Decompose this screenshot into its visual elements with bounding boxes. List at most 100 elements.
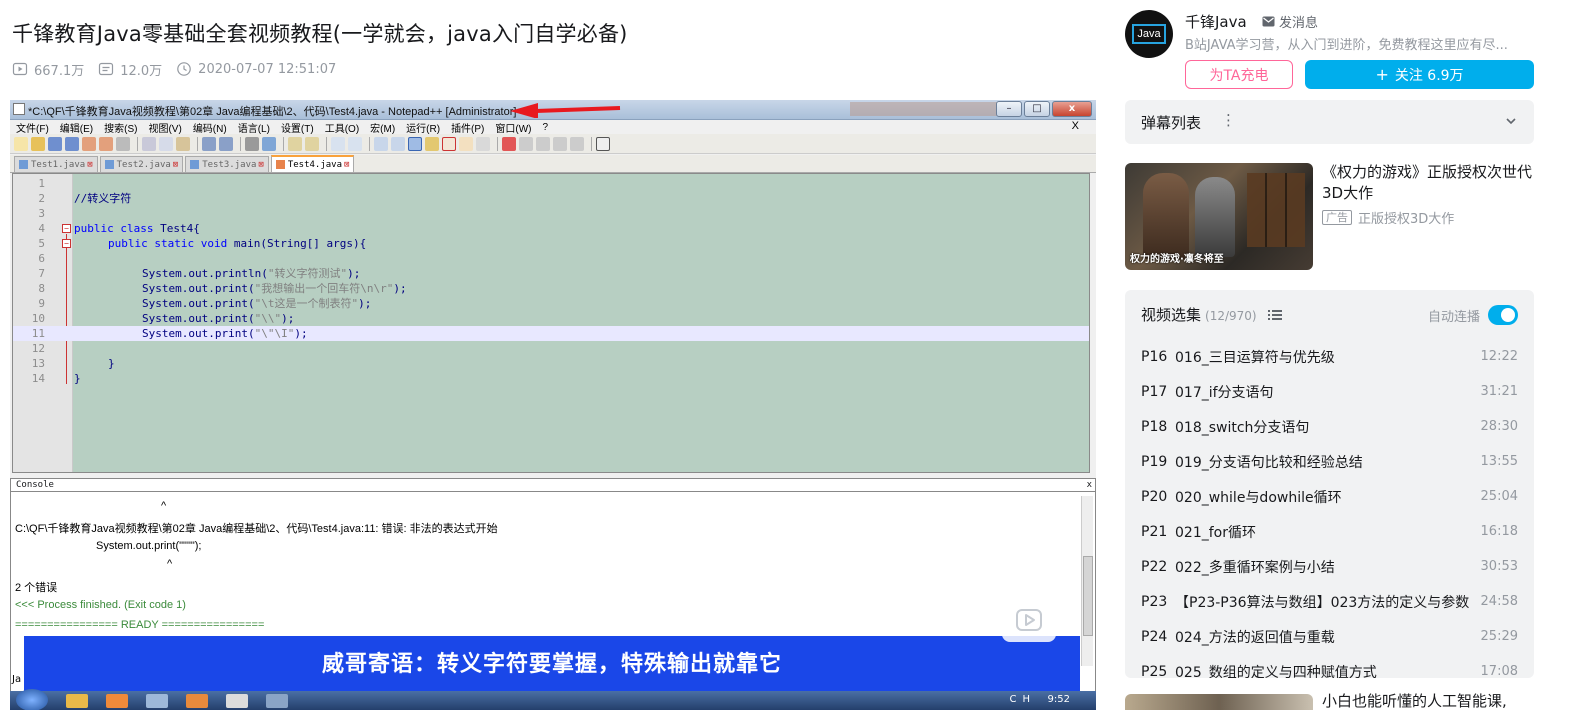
toolbar-separator [283, 136, 284, 151]
ad-badge: 广告 [1322, 210, 1352, 225]
tab-close-icon: ⊠ [172, 159, 179, 170]
code-string: "我想输出一个回车符\n\r" [254, 282, 394, 295]
uploader-name[interactable]: 千锋Java [1185, 11, 1247, 32]
recommended-title[interactable]: 小白也能听懂的人工智能课, [1322, 690, 1507, 710]
find-icon [245, 136, 259, 151]
tab-label: Test4.java [287, 159, 343, 170]
windows-taskbar: CH 9:52 [10, 689, 1096, 710]
paste-icon [176, 136, 190, 151]
code-line-6: 6 [13, 251, 1089, 266]
line-number: 14 [31, 372, 45, 385]
file-icon [19, 160, 28, 169]
open-file-icon [31, 136, 45, 151]
list-item[interactable]: P21 021_for循环 16:18 [1125, 514, 1534, 549]
ad-title[interactable]: 《权力的游戏》正版授权次世代3D大作 [1322, 162, 1534, 204]
zoom-out-icon [305, 136, 319, 151]
line-number: 13 [31, 357, 45, 370]
save-all-icon [65, 136, 79, 151]
episode-duration: 17:08 [1480, 664, 1518, 678]
episode-playlist: 视频选集 (12/970) 自动连播 P16 016_三目运算符与优先级 12:22… [1125, 290, 1534, 678]
danmaku-count-value: 12.0万 [120, 63, 163, 79]
more-options-icon[interactable]: ⋮ [1221, 111, 1236, 129]
ad-caption: 权力的游戏·凛冬将至 [1130, 254, 1224, 265]
code-rest: main(String[] args){ [227, 237, 367, 250]
code-line-2: 2 //转义字符 [13, 191, 1089, 206]
ad-tagline: 广告 正版授权3D大作 [1322, 208, 1454, 227]
play-macro-icon [536, 136, 550, 151]
ad-thumbnail[interactable]: 权力的游戏·凛冬将至 [1125, 163, 1313, 270]
follow-label: 关注 6.9万 [1394, 67, 1464, 84]
send-message-link[interactable]: 发消息 [1262, 12, 1318, 31]
list-item[interactable]: P17 017_if分支语句 31:21 [1125, 374, 1534, 409]
episode-duration: 24:58 [1480, 594, 1518, 609]
taskbar-clock: 9:52 [1047, 694, 1070, 705]
ad-inventory [1247, 173, 1305, 247]
tab-test2: Test2.java ⊠ [99, 156, 184, 172]
fold-minus-icon: − [62, 239, 71, 248]
app-taskbar-icon [266, 694, 288, 708]
list-item[interactable]: P20 020_while与dowhile循环 25:04 [1125, 479, 1534, 514]
code-line-9: 9 System.out.print("\t这是一个制表符"); [13, 296, 1089, 311]
notepad-window-title: *C:\QF\千锋教育Java视频教程\第02章 Java编程基础\2、代码\T… [28, 106, 517, 118]
console-scroll-thumb [1083, 556, 1093, 636]
episode-name: 016_三目运算符与优先级 [1175, 349, 1335, 366]
publish-date: 2020-07-07 12:51:07 [176, 61, 336, 77]
toolbar-separator [326, 136, 327, 151]
recommended-thumbnail[interactable] [1125, 694, 1313, 710]
sync-h-icon [348, 136, 362, 151]
tab-label: Test3.java [202, 159, 257, 170]
list-item[interactable]: P23 【P23-P36算法与数组】023方法的定义与参数 24:58 [1125, 584, 1534, 619]
menu-file: 文件(F) [16, 123, 49, 135]
charge-button[interactable]: 为TA充电 [1185, 60, 1293, 89]
notepad-taskbar-icon [226, 694, 248, 708]
episode-duration: 12:22 [1480, 349, 1518, 364]
episode-duration: 25:29 [1480, 629, 1518, 644]
console-caret: ^ [167, 558, 173, 570]
fold-minus-icon: − [62, 224, 71, 233]
ad-tag-text: 正版授权3D大作 [1358, 212, 1455, 227]
code-line-8: 8 System.out.print("我想输出一个回车符\n\r"); [13, 281, 1089, 296]
episode-name: 【P23-P36算法与数组】023方法的定义与参数 [1175, 594, 1470, 611]
console-caret: ^ [161, 500, 167, 512]
system-tray: CH [1009, 694, 1036, 705]
playlist-items: P16 016_三目运算符与优先级 12:22 P17 017_if分支语句 31:21… [1125, 320, 1534, 679]
danmaku-list-label: 弹幕列表 [1141, 114, 1202, 132]
play-button[interactable] [1002, 598, 1056, 642]
console-ready: ================ READY ================ [15, 619, 265, 631]
code-call: System.out.println( [142, 267, 268, 280]
episode-name: 020_while与dowhile循环 [1175, 489, 1342, 506]
blurred-overlay [850, 102, 1000, 116]
replace-icon [262, 136, 276, 151]
code-text: System.out.print("\"\I"); [142, 326, 308, 341]
chevron-down-icon[interactable] [1504, 114, 1518, 128]
send-message-label: 发消息 [1279, 16, 1319, 31]
list-item[interactable]: P18 018_switch分支语句 28:30 [1125, 409, 1534, 444]
line-number: 7 [38, 267, 45, 280]
code-paren: ); [347, 267, 361, 280]
danmaku-list-panel[interactable]: 弹幕列表 ⋮ [1125, 100, 1534, 144]
episode-duration: 28:30 [1480, 419, 1518, 434]
folder-icon [186, 694, 208, 708]
episode-name: 021_for循环 [1175, 524, 1256, 541]
console-close-icon: x [1086, 480, 1092, 490]
notepad-toolbar [10, 134, 1096, 154]
video-player[interactable]: *C:\QF\千锋教育Java视频教程\第02章 Java编程基础\2、代码\T… [10, 100, 1096, 710]
subtitle-banner: 威哥寄语：转义字符要掌握，特殊输出就靠它 [24, 636, 1080, 694]
follow-button[interactable]: + 关注 6.9万 [1305, 60, 1534, 89]
window-controls: – □ x [994, 101, 1092, 117]
code-line-3: 3 [13, 206, 1089, 221]
chrome-icon [66, 694, 88, 708]
list-item[interactable]: P19 019_分支语句比较和经验总结 13:55 [1125, 444, 1534, 479]
list-item[interactable]: P24 024_方法的返回值与重载 25:29 [1125, 619, 1534, 654]
list-item[interactable]: P25 025_数组的定义与四种赋值方式 17:08 [1125, 654, 1534, 679]
code-rest: Test4{ [153, 222, 200, 235]
code-call: System.out.print( [142, 282, 255, 295]
menu-run: 运行(R) [406, 123, 441, 135]
video-title: 千锋教育Java零基础全套视频教程(一学就会，java入门自学必备) [12, 22, 628, 46]
list-item[interactable]: P22 022_多重循环案例与小结 30:53 [1125, 549, 1534, 584]
list-item[interactable]: P16 016_三目运算符与优先级 12:22 [1125, 339, 1534, 374]
tab-close-icon: ⊠ [87, 159, 93, 170]
episode-number: P19 [1141, 453, 1168, 470]
avatar[interactable]: Java [1125, 10, 1173, 58]
console-ja: Ja [12, 674, 22, 685]
